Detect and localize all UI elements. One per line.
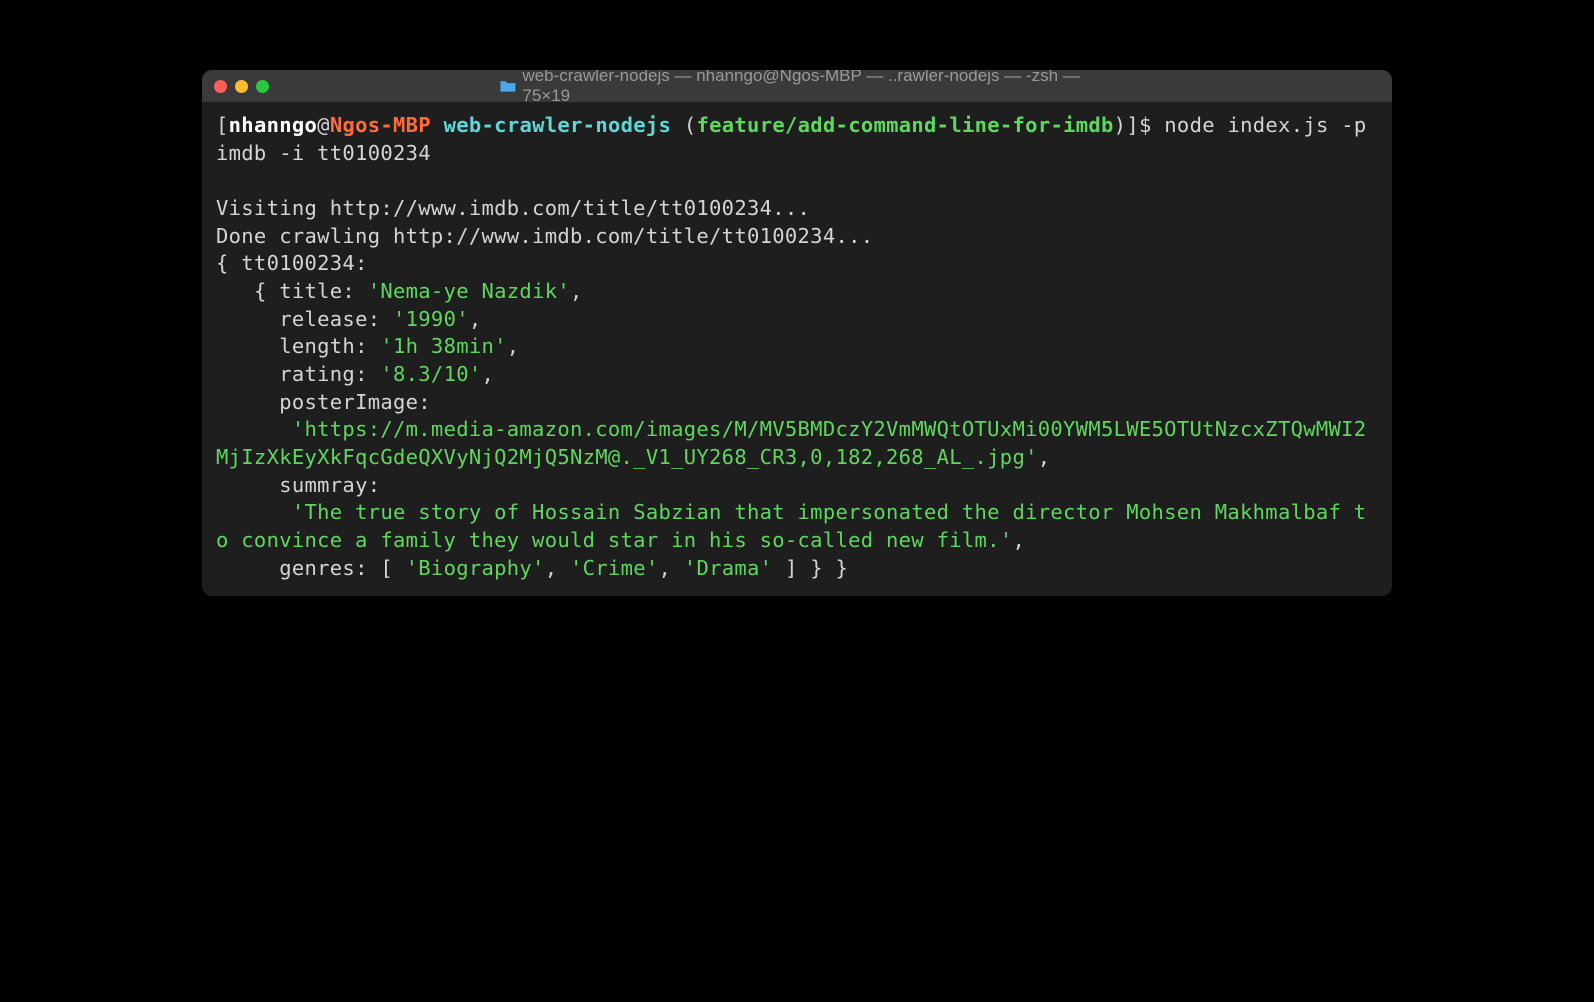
- bracket-close: ]: [1126, 113, 1139, 137]
- length-value: '1h 38min': [380, 334, 506, 358]
- maximize-button[interactable]: [256, 80, 269, 93]
- output-length-line: length: '1h 38min',: [216, 333, 1378, 361]
- comma3: ,: [507, 334, 520, 358]
- comma1: ,: [570, 279, 583, 303]
- genres-v1: 'Biography': [406, 556, 545, 580]
- rating-value: '8.3/10': [380, 362, 481, 386]
- minimize-button[interactable]: [235, 80, 248, 93]
- output-title-line: { title: 'Nema-ye Nazdik',: [216, 278, 1378, 306]
- window-title: web-crawler-nodejs — nhanngo@Ngos-MBP — …: [522, 70, 1094, 106]
- length-key: length:: [216, 334, 380, 358]
- traffic-lights: [214, 80, 269, 93]
- rating-key: rating:: [216, 362, 380, 386]
- prompt-host: Ngos-MBP: [330, 113, 431, 137]
- output-rating-line: rating: '8.3/10',: [216, 361, 1378, 389]
- summary-indent: [216, 500, 292, 524]
- genres-s1: ,: [545, 556, 570, 580]
- comma4: ,: [482, 362, 495, 386]
- summary-value: 'The true story of Hossain Sabzian that …: [216, 500, 1366, 552]
- output-poster-value-line: 'https://m.media-amazon.com/images/M/MV5…: [216, 416, 1378, 471]
- bracket-open: [: [216, 113, 229, 137]
- paren-close: ): [1114, 113, 1127, 137]
- prompt-branch: feature/add-command-line-for-imdb: [696, 113, 1113, 137]
- title-key: { title:: [216, 279, 368, 303]
- comma2: ,: [469, 307, 482, 331]
- output-visiting: Visiting http://www.imdb.com/title/tt010…: [216, 195, 1378, 223]
- terminal-body[interactable]: [nhanngo@Ngos-MBP web-crawler-nodejs (fe…: [202, 102, 1392, 596]
- prompt-dir: web-crawler-nodejs: [444, 113, 672, 137]
- output-genres-line: genres: [ 'Biography', 'Crime', 'Drama' …: [216, 555, 1378, 583]
- output-done: Done crawling http://www.imdb.com/title/…: [216, 223, 1378, 251]
- output-summary-key: summray:: [216, 472, 1378, 500]
- close-button[interactable]: [214, 80, 227, 93]
- prompt-space2: [671, 113, 684, 137]
- prompt-space1: [431, 113, 444, 137]
- title-bar: web-crawler-nodejs — nhanngo@Ngos-MBP — …: [202, 70, 1392, 102]
- comma6: ,: [1012, 528, 1025, 552]
- output-obj-open: { tt0100234:: [216, 250, 1378, 278]
- poster-indent: [216, 417, 292, 441]
- window-title-container: web-crawler-nodejs — nhanngo@Ngos-MBP — …: [500, 70, 1095, 106]
- genres-close: ] } }: [772, 556, 848, 580]
- folder-icon: [500, 79, 517, 93]
- blank-line: [216, 167, 1378, 195]
- poster-value: 'https://m.media-amazon.com/images/M/MV5…: [216, 417, 1366, 469]
- genres-key: genres: [: [216, 556, 406, 580]
- output-poster-key: posterImage:: [216, 389, 1378, 417]
- genres-v3: 'Drama': [684, 556, 773, 580]
- release-key: release:: [216, 307, 393, 331]
- genres-v2: 'Crime': [570, 556, 659, 580]
- prompt-line: [nhanngo@Ngos-MBP web-crawler-nodejs (fe…: [216, 112, 1378, 167]
- paren-open: (: [684, 113, 697, 137]
- title-value: 'Nema-ye Nazdik': [368, 279, 570, 303]
- prompt-user: nhanngo: [229, 113, 318, 137]
- output-release-line: release: '1990',: [216, 306, 1378, 334]
- comma5: ,: [1038, 445, 1051, 469]
- release-value: '1990': [393, 307, 469, 331]
- genres-s2: ,: [659, 556, 684, 580]
- prompt-at: @: [317, 113, 330, 137]
- terminal-window: web-crawler-nodejs — nhanngo@Ngos-MBP — …: [202, 70, 1392, 596]
- output-summary-value-line: 'The true story of Hossain Sabzian that …: [216, 499, 1378, 554]
- prompt-dollar: $: [1139, 113, 1164, 137]
